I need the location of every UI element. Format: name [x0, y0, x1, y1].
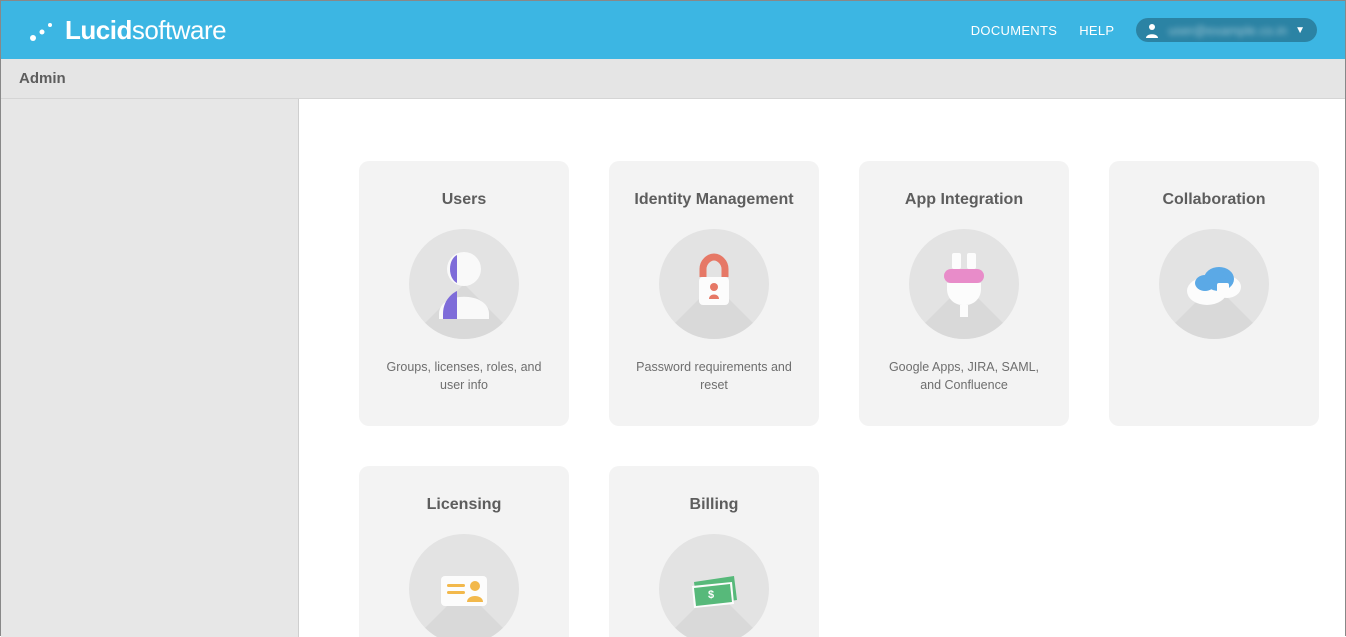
card-title: Collaboration	[1162, 191, 1265, 209]
user-email: user@example.co.in	[1168, 23, 1287, 38]
card-title: Licensing	[427, 496, 502, 514]
main-layout: Users Groups, licenses, roles, and user …	[1, 99, 1345, 637]
card-app-integration[interactable]: App Integration Google Apps, JIRA, SAML,…	[859, 161, 1069, 426]
subheader: Admin	[1, 59, 1345, 99]
content-area: Users Groups, licenses, roles, and user …	[299, 99, 1345, 637]
card-title: Identity Management	[634, 191, 793, 209]
card-desc: Password requirements and reset	[629, 359, 799, 394]
id-card-icon	[409, 534, 519, 637]
card-users[interactable]: Users Groups, licenses, roles, and user …	[359, 161, 569, 426]
brand-text: Lucidsoftware	[65, 15, 226, 46]
card-title: App Integration	[905, 191, 1023, 209]
nav-help[interactable]: HELP	[1079, 23, 1114, 38]
card-title: Users	[442, 191, 486, 209]
logo-dots-icon	[29, 18, 55, 42]
page-title: Admin	[19, 70, 66, 87]
money-icon: $	[659, 534, 769, 637]
cloud-lock-icon	[1159, 229, 1269, 339]
user-avatar-icon	[1144, 22, 1160, 38]
card-title: Billing	[690, 496, 739, 514]
user-menu[interactable]: user@example.co.in ▼	[1136, 18, 1317, 42]
card-desc: Groups, licenses, roles, and user info	[379, 359, 549, 394]
card-licensing[interactable]: Licensing	[359, 466, 569, 637]
svg-text:$: $	[708, 589, 714, 601]
header-nav: DOCUMENTS HELP user@example.co.in ▼	[971, 18, 1317, 42]
admin-card-grid: Users Groups, licenses, roles, and user …	[359, 161, 1345, 637]
nav-documents[interactable]: DOCUMENTS	[971, 23, 1057, 38]
card-collaboration[interactable]: Collaboration	[1109, 161, 1319, 426]
users-icon	[409, 229, 519, 339]
chevron-down-icon: ▼	[1295, 25, 1305, 36]
main-header: Lucidsoftware DOCUMENTS HELP user@exampl…	[1, 1, 1345, 59]
card-identity-management[interactable]: Identity Management Password requirement…	[609, 161, 819, 426]
lock-icon	[659, 229, 769, 339]
card-desc: Google Apps, JIRA, SAML, and Confluence	[879, 359, 1049, 394]
sidebar	[1, 99, 299, 637]
card-billing[interactable]: Billing $	[609, 466, 819, 637]
plug-icon	[909, 229, 1019, 339]
brand-logo[interactable]: Lucidsoftware	[29, 15, 226, 46]
